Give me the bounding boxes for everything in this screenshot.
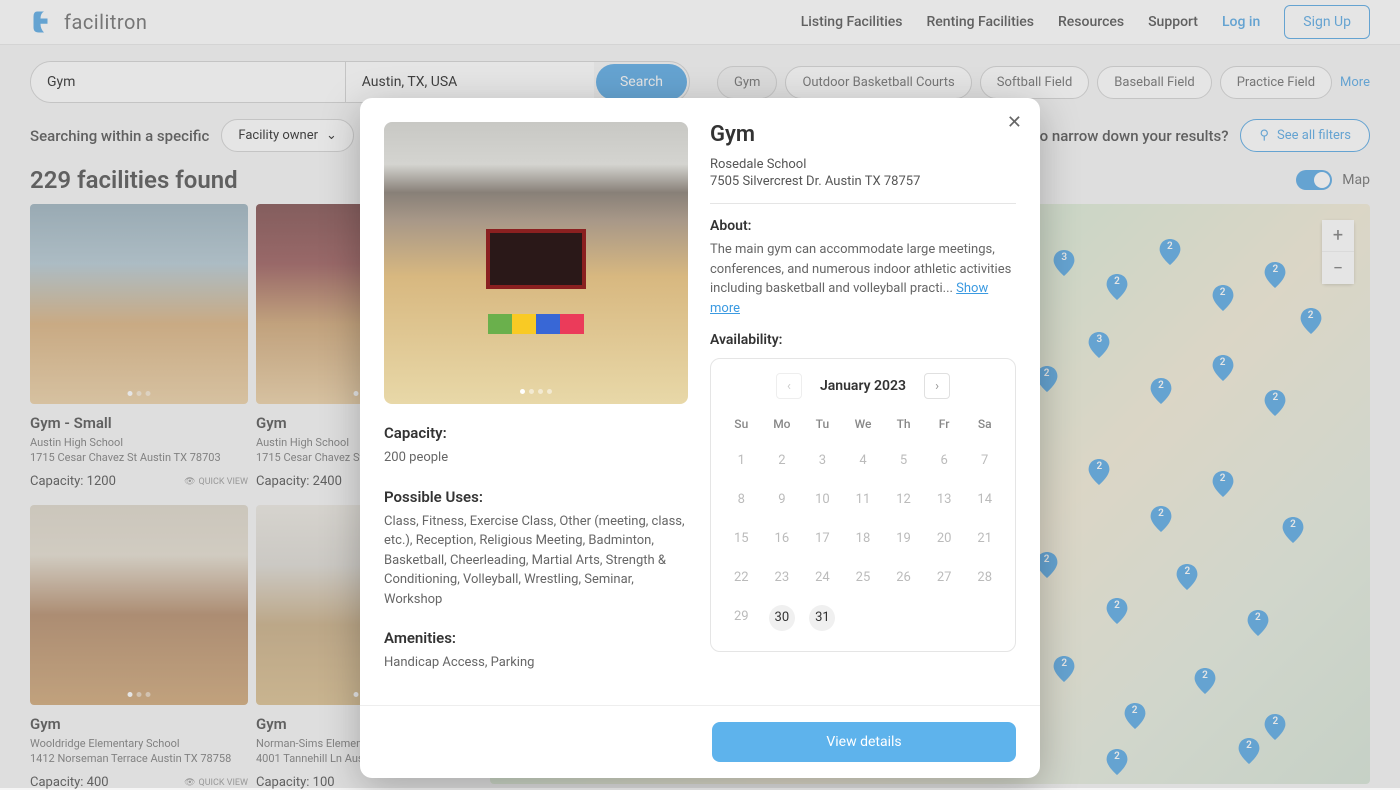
calendar-day[interactable]: 28 xyxy=(964,560,1005,595)
calendar-day[interactable]: 19 xyxy=(883,521,924,556)
facility-modal: Capacity: 200 people Possible Uses: Clas… xyxy=(360,98,1040,778)
calendar-day[interactable]: 4 xyxy=(843,443,884,478)
calendar-day[interactable]: 23 xyxy=(762,560,803,595)
modal-school: Rosedale School xyxy=(710,157,1016,172)
calendar-grid: SuMoTuWeThFrSa12345678910111213141516171… xyxy=(721,409,1005,637)
calendar-next-button[interactable]: › xyxy=(924,373,950,399)
calendar-day[interactable]: 5 xyxy=(883,443,924,478)
modal-body: Capacity: 200 people Possible Uses: Clas… xyxy=(360,98,1040,705)
capacity-label: Capacity: xyxy=(384,424,688,442)
calendar-month: January 2023 xyxy=(820,378,906,394)
uses-value: Class, Fitness, Exercise Class, Other (m… xyxy=(384,512,688,610)
calendar-dow: We xyxy=(843,409,884,439)
modal-left: Capacity: 200 people Possible Uses: Clas… xyxy=(384,122,688,681)
calendar-header: ‹ January 2023 › xyxy=(721,359,1005,409)
calendar-dow: Th xyxy=(883,409,924,439)
availability-calendar: ‹ January 2023 › SuMoTuWeThFrSa123456789… xyxy=(710,358,1016,652)
calendar-day[interactable]: 26 xyxy=(883,560,924,595)
calendar-day[interactable]: 18 xyxy=(843,521,884,556)
modal-address: 7505 Silvercrest Dr. Austin TX 78757 xyxy=(710,174,1016,189)
calendar-dow: Sa xyxy=(964,409,1005,439)
amenities-value: Handicap Access, Parking xyxy=(384,653,688,673)
amenities-section: Amenities: Handicap Access, Parking xyxy=(384,629,688,673)
calendar-day[interactable]: 27 xyxy=(924,560,965,595)
capacity-value: 200 people xyxy=(384,448,688,468)
modal-image[interactable] xyxy=(384,122,688,404)
uses-section: Possible Uses: Class, Fitness, Exercise … xyxy=(384,488,688,610)
amenities-label: Amenities: xyxy=(384,629,688,647)
calendar-day[interactable]: 16 xyxy=(762,521,803,556)
calendar-day[interactable]: 25 xyxy=(843,560,884,595)
calendar-dow: Tu xyxy=(802,409,843,439)
calendar-dow: Fr xyxy=(924,409,965,439)
calendar-day[interactable]: 11 xyxy=(843,482,884,517)
view-details-button[interactable]: View details xyxy=(712,722,1016,762)
calendar-day[interactable]: 14 xyxy=(964,482,1005,517)
close-icon[interactable]: ✕ xyxy=(1007,112,1022,133)
calendar-dow: Su xyxy=(721,409,762,439)
about-text: The main gym can accommodate large meeti… xyxy=(710,240,1016,318)
calendar-day[interactable]: 22 xyxy=(721,560,762,595)
calendar-day[interactable]: 17 xyxy=(802,521,843,556)
modal-title: Gym xyxy=(710,122,1016,147)
capacity-section: Capacity: 200 people xyxy=(384,424,688,468)
calendar-day[interactable]: 20 xyxy=(924,521,965,556)
calendar-day[interactable]: 3 xyxy=(802,443,843,478)
uses-label: Possible Uses: xyxy=(384,488,688,506)
calendar-prev-button[interactable]: ‹ xyxy=(776,373,802,399)
availability-label: Availability: xyxy=(710,332,1016,348)
calendar-day[interactable]: 15 xyxy=(721,521,762,556)
calendar-day[interactable]: 30 xyxy=(769,605,795,631)
calendar-day[interactable]: 7 xyxy=(964,443,1005,478)
calendar-day[interactable]: 10 xyxy=(802,482,843,517)
calendar-day[interactable]: 9 xyxy=(762,482,803,517)
calendar-day[interactable]: 8 xyxy=(721,482,762,517)
about-label: About: xyxy=(710,218,1016,234)
calendar-day[interactable]: 31 xyxy=(809,605,835,631)
calendar-day[interactable]: 1 xyxy=(721,443,762,478)
calendar-day[interactable]: 29 xyxy=(721,599,762,637)
divider xyxy=(710,203,1016,204)
calendar-dow: Mo xyxy=(762,409,803,439)
calendar-day[interactable]: 6 xyxy=(924,443,965,478)
modal-right: ✕ Gym Rosedale School 7505 Silvercrest D… xyxy=(710,122,1016,681)
calendar-day[interactable]: 13 xyxy=(924,482,965,517)
calendar-day[interactable]: 12 xyxy=(883,482,924,517)
modal-footer: View details xyxy=(360,705,1040,778)
calendar-day[interactable]: 24 xyxy=(802,560,843,595)
calendar-day[interactable]: 2 xyxy=(762,443,803,478)
calendar-day[interactable]: 21 xyxy=(964,521,1005,556)
